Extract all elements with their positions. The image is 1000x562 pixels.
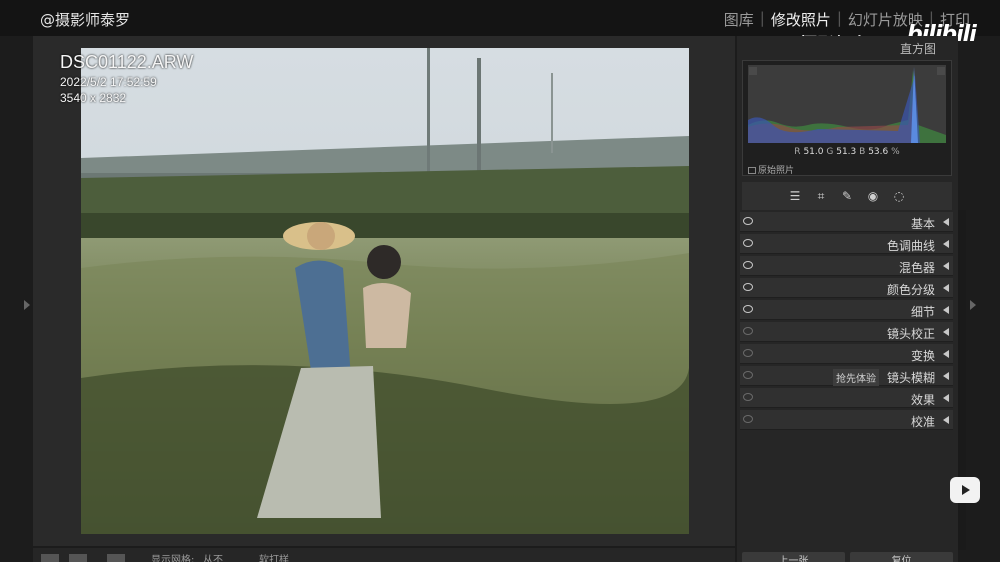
mask-icon[interactable]: ◌ [892, 189, 906, 203]
grid-select[interactable]: 从不 [203, 551, 223, 562]
bottom-toolbar: 显示网格: 从不 软打样 [33, 548, 735, 562]
histogram-graph [748, 65, 946, 143]
collapse-triangle-icon[interactable] [943, 306, 949, 314]
collapse-triangle-icon[interactable] [943, 218, 949, 226]
photo-filename: DSC01122.ARW [60, 52, 194, 72]
eye-icon[interactable] [743, 393, 753, 401]
right-panel-toggle-icon[interactable] [970, 300, 976, 310]
section-calibration[interactable]: 校准 [740, 410, 953, 430]
rgb-readout: R 51.0 G 51.3 B 53.6 % [794, 147, 900, 157]
early-access-badge: 抢先体验 [833, 369, 879, 386]
watermark-left: @摄影师泰罗 [40, 11, 131, 29]
module-separator: | [759, 9, 765, 27]
before-after-icon[interactable] [69, 554, 87, 562]
original-photo-toggle[interactable]: 原始照片 [748, 163, 794, 176]
section-color-mixer[interactable]: 混色器 [740, 256, 953, 276]
eye-icon[interactable] [743, 283, 753, 291]
compare-icon[interactable] [107, 554, 125, 562]
crop-icon[interactable]: ⌗ [814, 189, 828, 203]
collapse-triangle-icon[interactable] [943, 262, 949, 270]
collapse-triangle-icon[interactable] [943, 240, 949, 248]
redeye-icon[interactable]: ◉ [866, 189, 880, 203]
section-basic[interactable]: 基本 [740, 212, 953, 232]
reset-button[interactable]: 复位 [850, 552, 953, 562]
module-library[interactable]: 图库 [724, 9, 754, 30]
section-color-grading[interactable]: 颜色分级 [740, 278, 953, 298]
softproof-checkbox[interactable]: 软打样 [259, 551, 289, 562]
highlight-clipping-icon[interactable] [937, 67, 945, 75]
eye-icon[interactable] [743, 305, 753, 313]
module-separator: | [836, 9, 842, 27]
section-lens-corrections[interactable]: 镜头校正 [740, 322, 953, 342]
histogram: R 51.0 G 51.3 B 53.6 % 原始照片 [742, 60, 952, 176]
section-transform[interactable]: 变换 [740, 344, 953, 364]
eye-icon[interactable] [743, 349, 753, 357]
view-mode-icon[interactable] [41, 554, 59, 562]
eye-icon[interactable] [743, 371, 753, 379]
collapse-triangle-icon[interactable] [943, 284, 949, 292]
photo-image [81, 48, 689, 534]
eye-icon[interactable] [743, 239, 753, 247]
edit-tool-strip: ☰ ⌗ ✎ ◉ ◌ [742, 182, 952, 210]
section-lens-blur[interactable]: 抢先体验 镜头模糊 [740, 366, 953, 386]
section-effects[interactable]: 效果 [740, 388, 953, 408]
develop-sections: 基本 色调曲线 混色器 颜色分级 细节 镜头校正 变换 抢先体验 镜头模糊 效果… [740, 212, 953, 432]
eye-icon[interactable] [743, 415, 753, 423]
collapse-triangle-icon[interactable] [943, 416, 949, 424]
histogram-title: 直方图 [900, 42, 937, 56]
collapse-triangle-icon[interactable] [943, 394, 949, 402]
photo-datetime: 2022/5/2 17:52:59 [60, 75, 157, 89]
section-detail[interactable]: 细节 [740, 300, 953, 320]
collapse-triangle-icon[interactable] [943, 328, 949, 336]
tv-play-icon [950, 477, 980, 503]
eye-icon[interactable] [743, 217, 753, 225]
photo-info-overlay: DSC01122.ARW 2022/5/2 17:52:59 3540 x 28… [60, 52, 193, 105]
shadow-clipping-icon[interactable] [749, 67, 757, 75]
collapse-triangle-icon[interactable] [943, 350, 949, 358]
eye-icon[interactable] [743, 261, 753, 269]
section-tone-curve[interactable]: 色调曲线 [740, 234, 953, 254]
eye-icon[interactable] [743, 327, 753, 335]
collapse-triangle-icon[interactable] [943, 372, 949, 380]
heal-icon[interactable]: ✎ [840, 189, 854, 203]
previous-button[interactable]: 上一张 [742, 552, 845, 562]
grid-label: 显示网格: [151, 555, 195, 562]
photo-dimensions: 3540 x 2832 [60, 91, 127, 105]
sliders-icon[interactable]: ☰ [788, 189, 802, 203]
photo-preview[interactable] [81, 48, 689, 534]
module-develop[interactable]: 修改照片 [771, 9, 831, 30]
original-checkbox-icon[interactable] [748, 167, 756, 174]
left-panel-toggle-icon[interactable] [24, 300, 30, 310]
